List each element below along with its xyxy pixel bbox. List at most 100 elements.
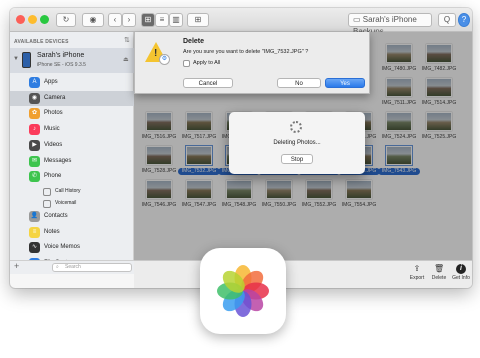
camera-icon: ◉ (29, 92, 40, 104)
notes-icon: ≡ (29, 226, 40, 238)
sidebar-item-label: Voice Memos (44, 244, 81, 251)
apply-all-label: Apply to All (193, 60, 221, 66)
app-badge-icon: ⚙ (159, 54, 170, 65)
device-row[interactable]: ▼ Sarah's iPhone iPhone SE - iOS 9.3.5 ⏏ (10, 48, 134, 73)
messages-icon: ✉ (29, 155, 40, 167)
device-name: Sarah's iPhone (37, 52, 85, 59)
preview-button[interactable]: ◉ (82, 13, 104, 27)
export-icon: ⇪ (413, 264, 421, 273)
delete-button[interactable]: 🗑 Delete (428, 264, 450, 281)
sidebar-item-label: Notes (44, 228, 60, 235)
chevron-left-icon: ‹ (113, 15, 117, 24)
sidebar: AVAILABLE DEVICES ⇅ ▼ Sarah's iPhone iPh… (10, 32, 134, 274)
folder-icon: ▭ (353, 15, 361, 24)
sidebar-item-label: Videos (44, 141, 63, 148)
search-toggle-button[interactable]: Q (438, 13, 456, 27)
sidebar-item-camera[interactable]: ◉ Camera (10, 90, 134, 107)
refresh-button[interactable]: ↻ (56, 13, 76, 27)
delete-label: Delete (431, 275, 447, 281)
grid-icon: ⊞ (144, 15, 152, 24)
sidebar-footer: + ⌕ Search (10, 260, 134, 274)
sidebar-header: AVAILABLE DEVICES (14, 39, 69, 45)
call-history-icon (43, 187, 51, 196)
backup-selector[interactable]: ▭ Sarah's iPhone Backups (348, 13, 432, 36)
apply-all-checkbox[interactable] (183, 60, 190, 67)
delete-confirm-sheet: ! ⚙ Delete Are you sure you want to dele… (134, 32, 370, 94)
close-window-button[interactable] (16, 15, 25, 24)
sidebar-item-label: Music (44, 126, 60, 133)
sidebar-item-contacts[interactable]: 👤 Contacts (10, 209, 134, 225)
photos-app-icon (200, 248, 286, 334)
apps-icon: A (29, 77, 40, 88)
sidebar-item-label: Voicemail (55, 199, 77, 206)
export-button[interactable]: ⇪ Export (406, 264, 428, 281)
music-icon: ♪ (29, 124, 40, 136)
sidebar-item-label: Photos (44, 110, 63, 117)
sidebar-item-label: Apps (44, 79, 58, 85)
spinner-icon (290, 121, 302, 133)
cancel-button[interactable]: Cancel (183, 78, 233, 88)
progress-text: Deleting Photos... (273, 140, 321, 146)
sidebar-item-voice-memos[interactable]: ∿ Voice Memos (10, 240, 134, 256)
sidebar-item-label: Contacts (44, 212, 68, 219)
toolbar: ↻ ◉ ‹ › ⊞ ≡ ▥ ⊞ ▭ Sarah's iPhone Backups… (10, 8, 472, 36)
refresh-icon: ↻ (62, 15, 70, 24)
help-button[interactable]: ? (458, 13, 470, 27)
usb-icon: ⇅ (124, 37, 130, 44)
contacts-icon: 👤 (29, 210, 40, 222)
device-subtitle: iPhone SE - iOS 9.3.5 (37, 62, 86, 68)
export-label: Export (409, 275, 425, 281)
minimize-window-button[interactable] (28, 15, 37, 24)
sidebar-item-call-history[interactable]: Call History (10, 185, 134, 197)
voice-memos-icon: ∿ (29, 242, 40, 254)
deleting-progress-dialog: Deleting Photos... Stop (229, 112, 365, 174)
columns-icon: ▥ (172, 15, 180, 24)
sidebar-item-apps[interactable]: A Apps (10, 75, 134, 91)
action-bar: ⇪ Export 🗑 Delete i Get Info (134, 260, 472, 288)
sidebar-item-label: Camera (44, 94, 66, 101)
sheet-message: Are you sure you want to delete "IMG_753… (183, 49, 309, 55)
sidebar-search-placeholder: Search (65, 264, 81, 270)
chevron-right-icon: › (127, 15, 131, 24)
app-window: ↻ ◉ ‹ › ⊞ ≡ ▥ ⊞ ▭ Sarah's iPhone Backups… (10, 8, 472, 288)
list-view-button[interactable]: ≡ (155, 13, 169, 27)
phone-icon: ✆ (29, 171, 40, 183)
add-button[interactable]: + (14, 261, 19, 271)
column-view-button[interactable]: ▥ (169, 13, 183, 27)
sidebar-item-label: Phone (44, 173, 62, 180)
sidebar-item-notes[interactable]: ≡ Notes (10, 225, 134, 241)
search-icon: Q (443, 15, 451, 24)
sidebar-item-phone[interactable]: ✆ Phone (10, 169, 134, 185)
iphone-icon (22, 52, 31, 68)
sidebar-item-voicemail[interactable]: Voicemail (10, 197, 134, 209)
eye-icon: ◉ (89, 15, 97, 24)
grid-view-button[interactable]: ⊞ (141, 13, 155, 27)
get-info-button[interactable]: i Get Info (450, 264, 472, 281)
warning-exclaim: ! (154, 48, 158, 59)
trash-icon: 🗑 (434, 264, 445, 273)
disclosure-triangle-icon[interactable]: ▼ (13, 56, 19, 62)
info-icon: i (456, 264, 466, 274)
sidebar-item-videos[interactable]: ▶ Videos (10, 138, 134, 154)
eject-icon[interactable]: ⏏ (123, 56, 129, 63)
no-button[interactable]: No (277, 78, 321, 88)
videos-icon: ▶ (29, 139, 40, 151)
zoom-window-button[interactable] (40, 15, 49, 24)
stop-button[interactable]: Stop (281, 154, 313, 164)
group-menu-button[interactable]: ⊞ (187, 13, 209, 27)
forward-button[interactable]: › (122, 13, 136, 27)
sidebar-item-music[interactable]: ♪ Music (10, 122, 134, 138)
sheet-title: Delete (183, 38, 205, 45)
yes-button[interactable]: Yes (325, 78, 365, 88)
back-button[interactable]: ‹ (108, 13, 122, 27)
sidebar-item-messages[interactable]: ✉ Messages (10, 154, 134, 170)
sidebar-item-label: Messages (44, 157, 72, 164)
voicemail-icon (43, 199, 51, 208)
sidebar-item-photos[interactable]: ✿ Photos (10, 106, 134, 122)
sidebar-search-field[interactable]: ⌕ Search (52, 263, 132, 272)
sidebar-search-icon: ⌕ (56, 264, 59, 270)
get-info-label: Get Info (452, 275, 470, 281)
photos-flower-icon (217, 265, 269, 317)
help-icon: ? (461, 15, 467, 24)
list-icon: ≡ (159, 15, 165, 24)
